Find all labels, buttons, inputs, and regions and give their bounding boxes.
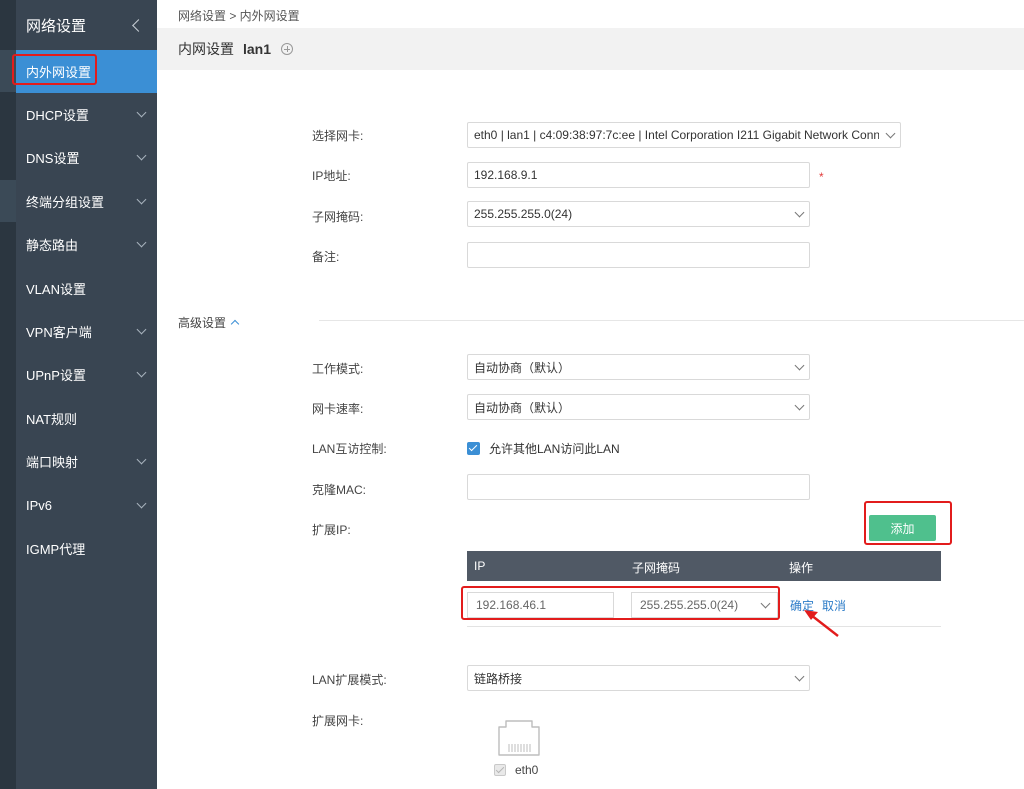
ip-input[interactable]: 192.168.9.1 bbox=[467, 162, 810, 188]
lan-access-option: 允许其他LAN访问此LAN bbox=[489, 442, 620, 456]
table-row-divider bbox=[467, 626, 941, 627]
nic-label: 选择网卡: bbox=[312, 129, 364, 143]
chevron-down-icon bbox=[136, 498, 147, 509]
chevron-up-icon bbox=[230, 319, 240, 329]
eth0-label: eth0 bbox=[515, 763, 539, 777]
breadcrumb: 网络设置 > 内外网设置 bbox=[178, 9, 300, 23]
sidebar-item-vpn-client[interactable]: VPN客户端 bbox=[16, 310, 157, 353]
highlight-box-sidebar bbox=[12, 54, 97, 85]
speed-label: 网卡速率: bbox=[312, 402, 364, 416]
work-mode-value: 自动协商（默认） bbox=[474, 360, 571, 375]
red-arrow-icon bbox=[804, 610, 839, 637]
ext-nic-label: 扩展网卡: bbox=[312, 714, 364, 728]
sidebar-item-vlan[interactable]: VLAN设置 bbox=[16, 267, 157, 310]
chevron-down-icon bbox=[136, 367, 147, 378]
lan-ext-mode-label: LAN扩展模式: bbox=[312, 673, 387, 687]
sidebar: 网络设置 内外网设置 DHCP设置 DNS设置 终端分组设置 静态路由 VLAN… bbox=[16, 0, 157, 789]
header-action: 操作 bbox=[789, 561, 814, 575]
sidebar-header-label: 网络设置 bbox=[26, 17, 87, 35]
sidebar-item-dhcp[interactable]: DHCP设置 bbox=[16, 93, 157, 136]
mask-select-value: 255.255.255.0(24) bbox=[474, 207, 573, 221]
sidebar-item-label: IGMP代理 bbox=[26, 542, 86, 557]
sidebar-item-label: IPv6 bbox=[26, 498, 53, 513]
speed-select[interactable]: 自动协商（默认） bbox=[467, 394, 810, 420]
note-input[interactable] bbox=[467, 242, 810, 268]
sidebar-item-label: UPnP设置 bbox=[26, 368, 86, 383]
work-mode-select[interactable]: 自动协商（默认） bbox=[467, 354, 810, 380]
interface-name: lan1 bbox=[243, 41, 272, 57]
chevron-down-icon bbox=[136, 150, 147, 161]
lan-ext-mode-select[interactable]: 链路桥接 bbox=[467, 665, 810, 691]
sidebar-item-label: DHCP设置 bbox=[26, 108, 89, 123]
lan-access-label: LAN互访控制: bbox=[312, 442, 387, 456]
page-title-bar: 内网设置 lan1 bbox=[157, 28, 1024, 70]
chevron-down-icon bbox=[794, 671, 805, 681]
mask-label: 子网掩码: bbox=[312, 210, 364, 224]
chevron-down-icon bbox=[136, 237, 147, 248]
sidebar-item-ipv6[interactable]: IPv6 bbox=[16, 484, 157, 527]
chevron-down-icon bbox=[136, 194, 147, 205]
divider bbox=[319, 320, 1024, 321]
checkbox-disabled-icon bbox=[494, 764, 506, 776]
chevron-down-icon bbox=[794, 360, 805, 370]
sidebar-item-label: VPN客户端 bbox=[26, 325, 92, 340]
header-mask: 子网掩码 bbox=[632, 561, 681, 575]
required-mark: * bbox=[819, 170, 824, 184]
lan-ext-mode-value: 链路桥接 bbox=[474, 671, 523, 686]
sidebar-item-label: 端口映射 bbox=[26, 455, 79, 470]
chevron-left-icon[interactable] bbox=[132, 18, 145, 32]
sidebar-item-label: 静态路由 bbox=[26, 238, 79, 253]
sidebar-header[interactable]: 网络设置 bbox=[16, 0, 157, 50]
mask-select[interactable]: 255.255.255.0(24) bbox=[467, 201, 810, 227]
ip-input-value: 192.168.9.1 bbox=[474, 168, 538, 182]
add-circle-icon[interactable] bbox=[281, 43, 294, 55]
chevron-down-icon bbox=[136, 107, 147, 118]
ext-ip-label: 扩展IP: bbox=[312, 523, 351, 537]
clone-mac-label: 克隆MAC: bbox=[312, 483, 367, 497]
sidebar-item-nat[interactable]: NAT规则 bbox=[16, 397, 157, 440]
left-strip bbox=[0, 0, 16, 789]
sidebar-item-label: VLAN设置 bbox=[26, 282, 86, 297]
advanced-settings-toggle[interactable]: 高级设置 bbox=[178, 314, 240, 331]
page-title: 内网设置 bbox=[178, 41, 234, 57]
nic-select-value: eth0 | lan1 | c4:09:38:97:7c:ee | Intel … bbox=[474, 128, 879, 142]
speed-value: 自动协商（默认） bbox=[474, 400, 571, 415]
eth0-checkbox[interactable]: eth0 bbox=[494, 763, 538, 777]
checkbox-checked-icon[interactable] bbox=[467, 442, 480, 455]
sidebar-item-port-mapping[interactable]: 端口映射 bbox=[16, 440, 157, 483]
header-ip: IP bbox=[474, 559, 486, 573]
highlight-box-add bbox=[864, 501, 952, 545]
advanced-settings-title: 高级设置 bbox=[178, 316, 227, 330]
sidebar-item-dns[interactable]: DNS设置 bbox=[16, 136, 157, 179]
sidebar-item-upnp[interactable]: UPnP设置 bbox=[16, 353, 157, 396]
chevron-down-icon bbox=[794, 207, 805, 217]
sidebar-item-terminal-group[interactable]: 终端分组设置 bbox=[16, 180, 157, 223]
clone-mac-input[interactable] bbox=[467, 474, 810, 500]
chevron-down-icon bbox=[136, 454, 147, 465]
highlight-box-row bbox=[461, 586, 780, 620]
sidebar-item-igmp[interactable]: IGMP代理 bbox=[16, 527, 157, 570]
ext-ip-table-header: IP 子网掩码 操作 bbox=[467, 551, 941, 581]
sidebar-item-label: NAT规则 bbox=[26, 412, 78, 427]
chevron-down-icon bbox=[885, 128, 896, 138]
chevron-down-icon bbox=[136, 324, 147, 335]
nic-select[interactable]: eth0 | lan1 | c4:09:38:97:7c:ee | Intel … bbox=[467, 122, 901, 148]
sidebar-item-label: DNS设置 bbox=[26, 151, 80, 166]
note-label: 备注: bbox=[312, 250, 340, 264]
sidebar-item-label: 终端分组设置 bbox=[26, 195, 105, 210]
lan-access-checkbox[interactable]: 允许其他LAN访问此LAN bbox=[467, 440, 620, 457]
ip-label: IP地址: bbox=[312, 169, 351, 183]
sidebar-item-static-route[interactable]: 静态路由 bbox=[16, 223, 157, 266]
chevron-down-icon bbox=[794, 400, 805, 410]
work-mode-label: 工作模式: bbox=[312, 362, 364, 376]
ethernet-port-icon[interactable] bbox=[497, 719, 541, 757]
